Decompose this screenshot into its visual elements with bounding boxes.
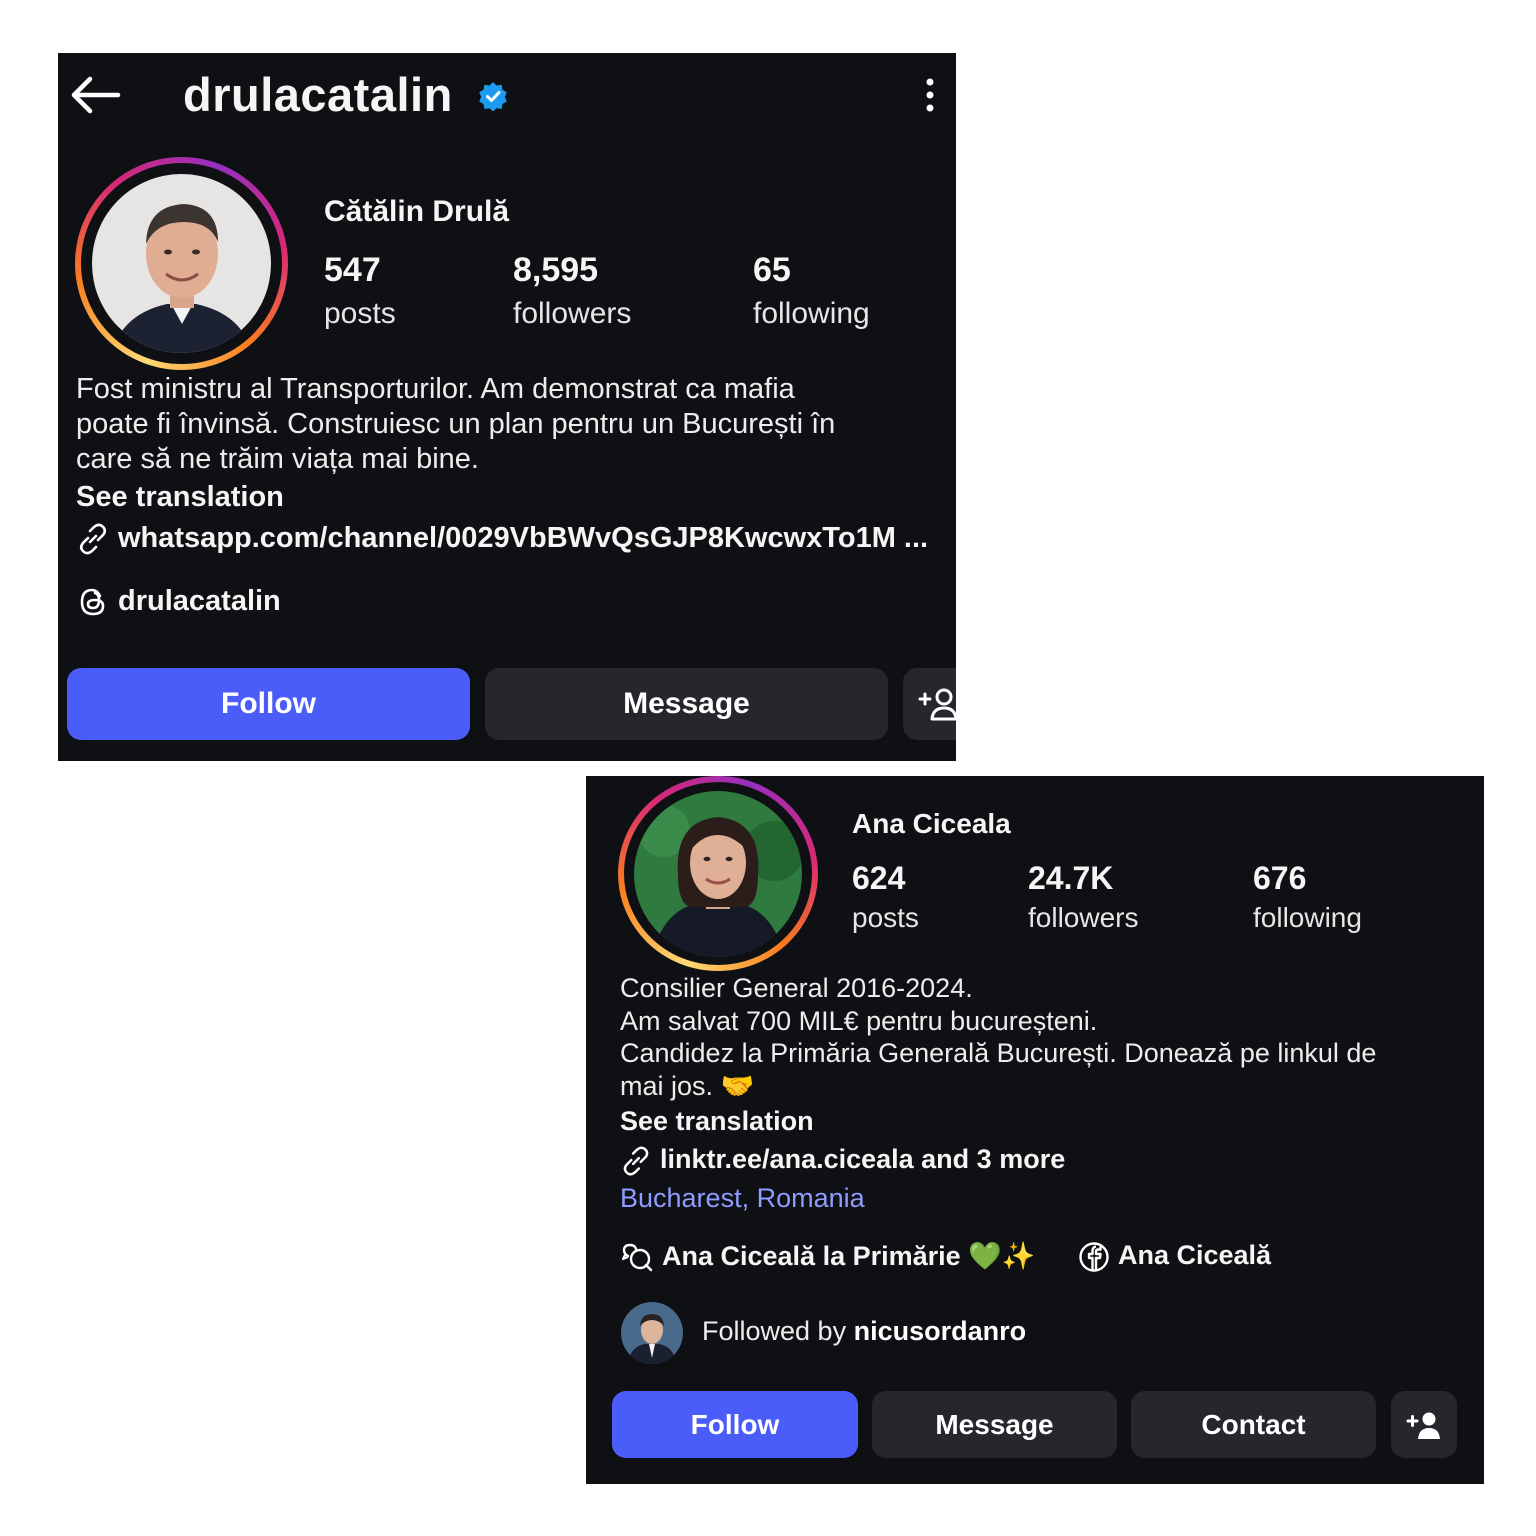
stat-posts-count: 547: [324, 251, 381, 289]
bio-line: Consilier General 2016-2024.: [620, 973, 973, 1003]
bio-line: Fost ministru al Transporturilor. Am dem…: [76, 373, 795, 405]
avatar: [92, 174, 271, 353]
followed-by-user[interactable]: nicusordanro: [854, 1316, 1027, 1346]
community-chat-label[interactable]: Ana Ciceală la Primărie 💚✨: [662, 1241, 1035, 1271]
stat-posts-count: 624: [852, 860, 906, 896]
stat-posts-label: posts: [852, 902, 919, 933]
bio-line: care să ne trăim viața mai bine.: [76, 443, 479, 475]
external-link[interactable]: whatsapp.com/channel/0029VbBWvQsGJP8Kwcw…: [76, 522, 928, 556]
threads-handle[interactable]: drulacatalin: [118, 585, 281, 617]
follower-avatar[interactable]: [621, 1302, 683, 1364]
chat-community-icon: [621, 1243, 653, 1272]
link-icon: [79, 523, 107, 555]
add-person-icon: [1406, 1412, 1440, 1439]
profile-card-drulacatalin: drulacatalin Cătălin Drulă 547 posts 8,5…: [58, 53, 956, 761]
location-link[interactable]: Bucharest, Romania: [620, 1183, 865, 1214]
facebook-link[interactable]: Ana Ciceală: [1078, 1240, 1271, 1273]
external-link-text[interactable]: whatsapp.com/channel/0029VbBWvQsGJP8Kwcw…: [118, 522, 928, 554]
link-icon: [623, 1146, 649, 1176]
avatar-photo: [634, 791, 802, 957]
more-vertical-icon[interactable]: [918, 75, 942, 115]
community-chat-link[interactable]: Ana Ciceală la Primărie 💚✨: [620, 1240, 1035, 1274]
profile-full-name: Cătălin Drulă: [324, 195, 510, 228]
profile-full-name: Ana Ciceala: [852, 808, 1011, 839]
story-ring[interactable]: [75, 157, 288, 370]
stat-following-count[interactable]: 65: [753, 251, 791, 290]
see-translation-link[interactable]: See translation: [76, 481, 284, 514]
avatar: [634, 791, 802, 957]
threads-icon: [80, 589, 105, 616]
external-link[interactable]: linktr.ee/ana.ciceala and 3 more: [620, 1144, 1065, 1177]
bio-line: mai jos. 🤝: [620, 1070, 755, 1101]
stat-followers-count[interactable]: 8,595: [513, 251, 598, 290]
contact-button[interactable]: Contact: [1131, 1391, 1376, 1458]
avatar-photo: [92, 174, 271, 353]
stat-posts-label: posts: [324, 297, 396, 330]
follow-button[interactable]: Follow: [67, 668, 470, 740]
add-person-icon: [918, 688, 956, 721]
bio-line: poate fi învinsă. Construiesc un plan pe…: [76, 408, 836, 440]
followed-by-prefix: Followed by: [702, 1316, 854, 1346]
message-button[interactable]: Message: [485, 668, 888, 740]
stat-followers-count[interactable]: 24.7K: [1028, 860, 1113, 897]
follow-button[interactable]: Follow: [612, 1391, 858, 1458]
profile-bio: Fost ministru al Transporturilor. Am dem…: [76, 372, 946, 477]
suggest-people-button[interactable]: [1391, 1391, 1457, 1458]
see-translation-link[interactable]: See translation: [620, 1106, 814, 1137]
verified-badge-icon: [479, 82, 507, 111]
stat-following-label[interactable]: following: [753, 297, 870, 331]
stat-followers-label[interactable]: followers: [1028, 902, 1138, 934]
external-link-text[interactable]: linktr.ee/ana.ciceala and 3 more: [660, 1144, 1065, 1174]
message-button[interactable]: Message: [872, 1391, 1117, 1458]
suggest-people-button[interactable]: [903, 668, 956, 740]
stat-following-label[interactable]: following: [1253, 902, 1362, 934]
facebook-icon: [1079, 1242, 1109, 1272]
profile-username: drulacatalin: [183, 68, 453, 121]
facebook-label[interactable]: Ana Ciceală: [1118, 1240, 1271, 1270]
threads-link[interactable]: drulacatalin: [76, 585, 281, 619]
bio-line: Am salvat 700 MIL€ pentru bucureșteni.: [620, 1005, 1098, 1036]
stat-followers-label[interactable]: followers: [513, 297, 631, 331]
follower-avatar-photo: [621, 1302, 683, 1364]
back-arrow-icon[interactable]: [68, 75, 122, 115]
stat-following-count[interactable]: 676: [1253, 860, 1306, 897]
profile-bio: Consilier General 2016-2024. Am salvat 7…: [620, 972, 1470, 1102]
profile-card-ana-ciceala: Ana Ciceala 624 posts 24.7K followers 67…: [586, 776, 1484, 1484]
followed-by-text[interactable]: Followed by nicusordanro: [702, 1316, 1026, 1347]
bio-line: Candidez la Primăria Generală București.…: [620, 1038, 1377, 1068]
story-ring[interactable]: [618, 776, 818, 971]
